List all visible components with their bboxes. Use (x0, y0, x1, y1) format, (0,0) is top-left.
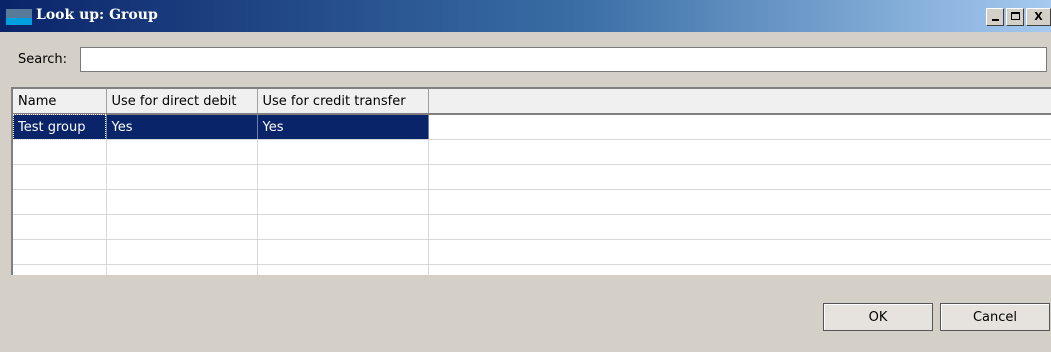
empty-row (13, 189, 1051, 215)
search-input[interactable] (80, 47, 1047, 72)
empty-cell (257, 164, 429, 190)
empty-cell (257, 214, 429, 240)
empty-row (13, 239, 1051, 265)
column-header-name[interactable]: Name (13, 89, 107, 115)
column-header-filler (428, 89, 1051, 115)
empty-row (13, 164, 1051, 190)
empty-cell (428, 264, 1051, 275)
empty-row (13, 214, 1051, 240)
empty-cell (106, 214, 258, 240)
maximize-button[interactable] (1006, 8, 1024, 26)
empty-cell (257, 239, 429, 265)
results-table: Name Use for direct debit Use for credit… (13, 89, 1051, 275)
ok-button[interactable]: OK (823, 303, 933, 331)
maximize-icon (1010, 12, 1020, 20)
minimize-button[interactable] (986, 8, 1004, 26)
app-icon (6, 9, 32, 25)
empty-row (13, 139, 1051, 165)
empty-cell (428, 189, 1051, 215)
search-label: Search: (18, 52, 68, 67)
empty-row (13, 264, 1051, 275)
minimize-icon (991, 19, 999, 21)
empty-cell (106, 139, 258, 165)
cell-credit-transfer[interactable]: Yes (257, 114, 429, 140)
empty-cell (428, 214, 1051, 240)
empty-cell (106, 189, 258, 215)
empty-cell (257, 139, 429, 165)
empty-cell (428, 139, 1051, 165)
cell-name[interactable]: Test group (13, 114, 107, 140)
title-bar: Look up: Group X (0, 0, 1051, 32)
window-title: Look up: Group (36, 7, 158, 23)
header-row: Name Use for direct debit Use for credit… (13, 89, 1051, 115)
empty-cell (428, 164, 1051, 190)
close-button[interactable]: X (1026, 8, 1051, 26)
close-icon: X (1034, 10, 1043, 23)
empty-cell (428, 239, 1051, 265)
empty-cell (257, 189, 429, 215)
empty-cell (13, 164, 107, 190)
cancel-button[interactable]: Cancel (940, 303, 1050, 331)
table-row[interactable]: Test group Yes Yes (13, 114, 1051, 140)
empty-cell (13, 239, 107, 265)
empty-cell (257, 264, 429, 275)
column-header-direct-debit[interactable]: Use for direct debit (106, 89, 258, 115)
empty-cell (13, 189, 107, 215)
results-grid: Name Use for direct debit Use for credit… (11, 87, 1051, 275)
empty-cell (13, 139, 107, 165)
cell-filler (428, 114, 1051, 140)
empty-cell (13, 214, 107, 240)
empty-cell (106, 264, 258, 275)
empty-cell (106, 239, 258, 265)
column-header-credit-transfer[interactable]: Use for credit transfer (257, 89, 429, 115)
cell-direct-debit[interactable]: Yes (106, 114, 258, 140)
empty-cell (106, 164, 258, 190)
empty-cell (13, 264, 107, 275)
